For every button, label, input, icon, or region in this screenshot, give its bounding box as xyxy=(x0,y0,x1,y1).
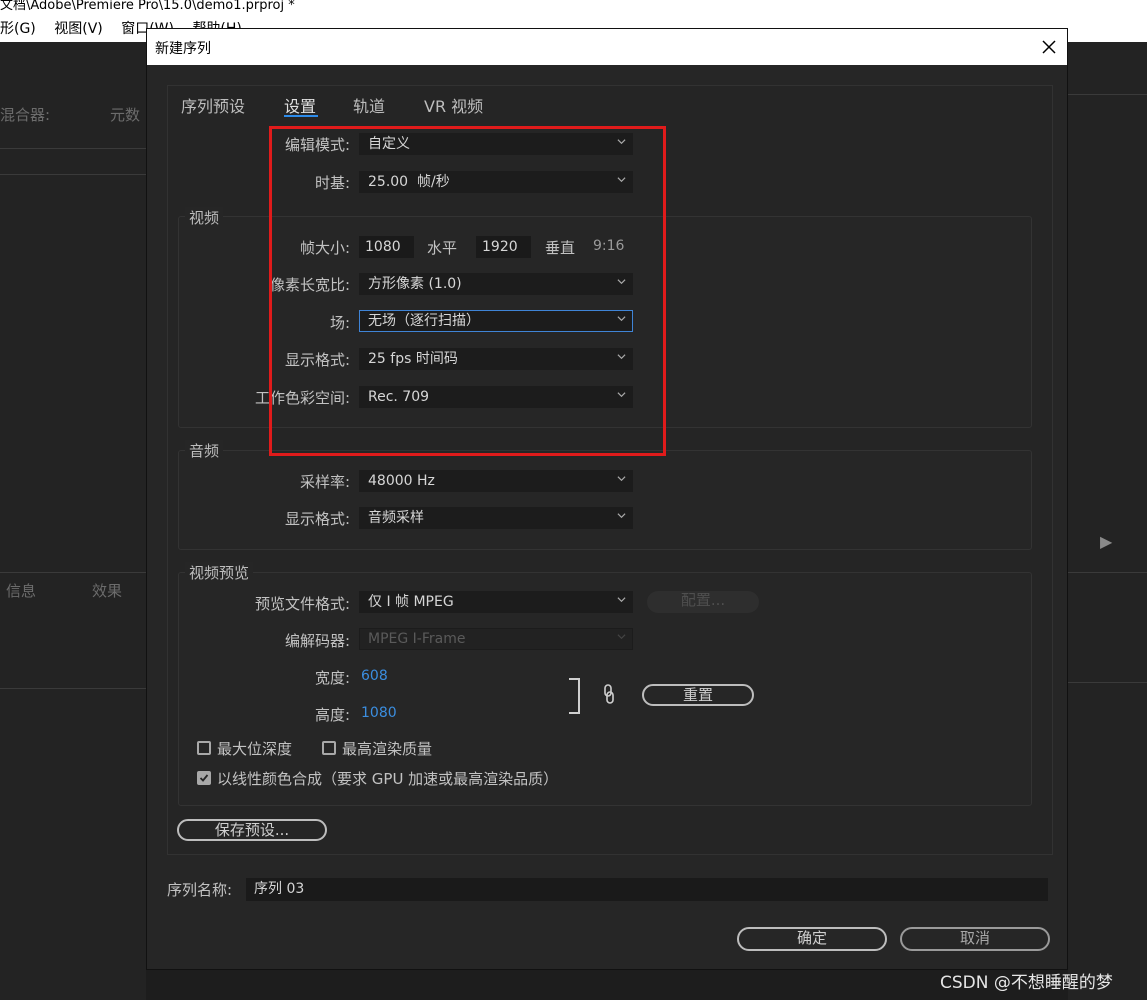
save-preset-button[interactable]: 保存预设... xyxy=(177,819,327,841)
chevron-down-icon xyxy=(617,476,626,482)
audio-display-format-value: 音频采样 xyxy=(368,510,424,526)
metadata-panel-label[interactable]: 元数 xyxy=(110,104,140,125)
max-render-quality-label: 最高渲染质量 xyxy=(342,740,433,758)
max-render-quality-checkbox[interactable] xyxy=(322,741,336,755)
app-title-bar: 文档\Adobe\Premiere Pro\15.0\demo1.prproj … xyxy=(0,0,1147,16)
menu-item-shape[interactable]: 形(G) xyxy=(0,21,36,37)
codec-dropdown: MPEG I-Frame xyxy=(359,628,633,650)
sample-rate-label: 采样率: xyxy=(299,473,350,491)
codec-value: MPEG I-Frame xyxy=(368,631,466,647)
highlight-annotation-box xyxy=(269,126,666,456)
checkmark-icon xyxy=(199,774,209,782)
link-icon[interactable] xyxy=(602,684,616,704)
configure-button: 配置... xyxy=(647,591,759,613)
audio-group-title: 音频 xyxy=(185,440,224,461)
reset-button[interactable]: 重置 xyxy=(642,684,754,706)
active-tab-indicator xyxy=(284,115,318,117)
video-preview-group-title: 视频预览 xyxy=(185,562,254,583)
preview-height-value[interactable]: 1080 xyxy=(361,705,397,721)
background-panel-left: 混合器: 元数 信息 效果 xyxy=(0,42,146,1000)
close-icon[interactable] xyxy=(1037,35,1061,59)
tab-tracks[interactable]: 轨道 xyxy=(353,93,385,117)
audio-display-format-label: 显示格式: xyxy=(284,510,350,528)
linear-color-checkbox[interactable] xyxy=(197,771,211,785)
app-title-text: 文档\Adobe\Premiere Pro\15.0\demo1.prproj … xyxy=(0,0,295,13)
preview-file-format-dropdown[interactable]: 仅 I 帧 MPEG xyxy=(359,591,633,613)
audio-group xyxy=(178,450,1032,550)
ok-button[interactable]: 确定 xyxy=(737,927,887,951)
watermark: CSDN @不想睡醒的梦 xyxy=(940,973,1113,993)
play-icon[interactable]: ▶ xyxy=(1100,532,1112,551)
link-bracket-icon xyxy=(569,678,580,714)
menu-item-view[interactable]: 视图(V) xyxy=(54,21,103,37)
cancel-button[interactable]: 取消 xyxy=(900,927,1050,951)
mixer-panel-label[interactable]: 混合器: xyxy=(0,104,50,125)
linear-color-label: 以线性颜色合成（要求 GPU 加速或最高渲染品质） xyxy=(217,770,559,788)
effects-panel-label[interactable]: 效果 xyxy=(92,580,122,601)
chevron-down-icon xyxy=(617,513,626,519)
tab-vr-video[interactable]: VR 视频 xyxy=(424,93,483,117)
preview-file-format-value: 仅 I 帧 MPEG xyxy=(368,594,454,610)
background-panel-right: ▶ xyxy=(1068,42,1147,1000)
preview-width-label: 宽度: xyxy=(314,669,350,687)
chevron-down-icon xyxy=(617,634,626,640)
tab-settings[interactable]: 设置 xyxy=(284,93,316,117)
dialog-title: 新建序列 xyxy=(155,41,211,57)
info-panel-label[interactable]: 信息 xyxy=(6,580,36,601)
tab-sequence-presets[interactable]: 序列预设 xyxy=(181,93,245,117)
preview-file-format-label: 预览文件格式: xyxy=(254,595,350,613)
sequence-name-label: 序列名称: xyxy=(167,881,233,899)
audio-display-format-dropdown[interactable]: 音频采样 xyxy=(359,507,633,529)
preview-width-value[interactable]: 608 xyxy=(361,668,388,684)
chevron-down-icon xyxy=(617,597,626,603)
max-bit-depth-checkbox[interactable] xyxy=(197,741,211,755)
preview-height-label: 高度: xyxy=(314,706,350,724)
dialog-title-bar: 新建序列 xyxy=(147,29,1067,65)
video-group-title: 视频 xyxy=(185,207,224,228)
sequence-name-input[interactable]: 序列 03 xyxy=(246,878,1048,901)
sample-rate-value: 48000 Hz xyxy=(368,473,435,489)
max-bit-depth-label: 最大位深度 xyxy=(217,740,293,758)
codec-label: 编解码器: xyxy=(284,632,350,650)
sample-rate-dropdown[interactable]: 48000 Hz xyxy=(359,470,633,492)
